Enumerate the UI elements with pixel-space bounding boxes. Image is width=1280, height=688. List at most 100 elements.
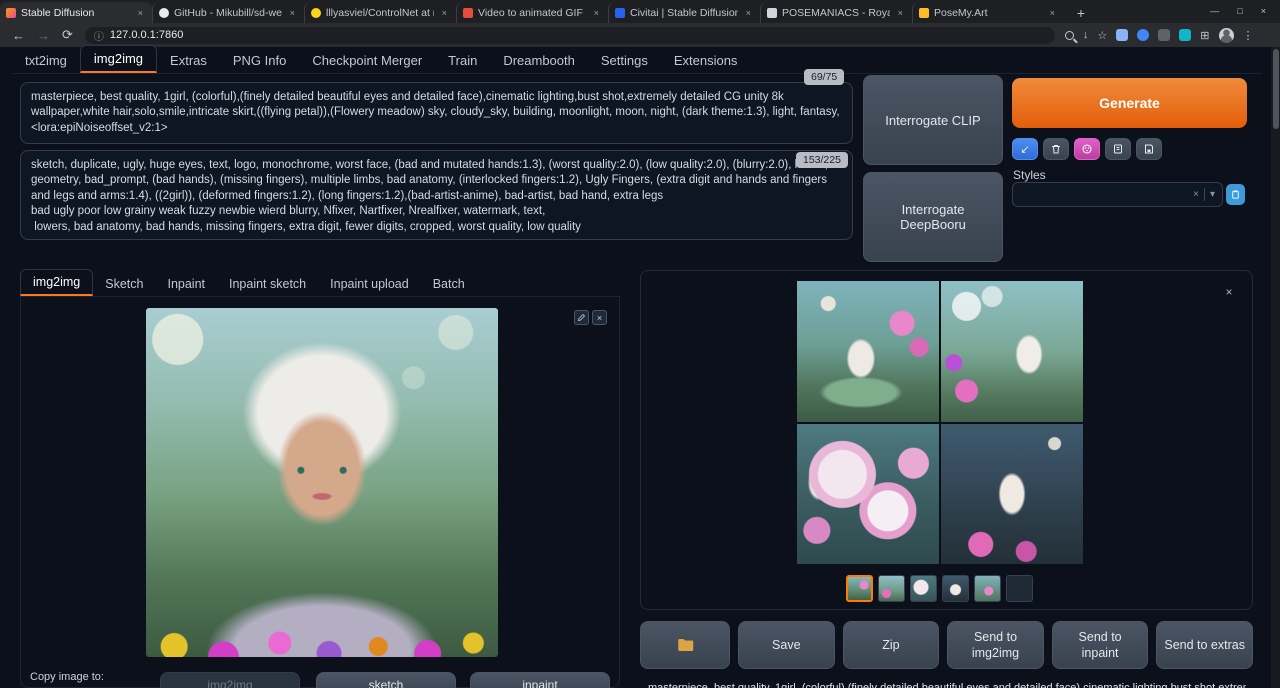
tab-txt2img[interactable]: txt2img bbox=[12, 48, 80, 73]
save-style-button[interactable] bbox=[1136, 138, 1162, 160]
new-tab-button[interactable]: + bbox=[1070, 3, 1092, 23]
chevron-down-icon[interactable]: ▾ bbox=[1210, 189, 1215, 200]
styles-dropdown[interactable]: × ▾ bbox=[1012, 182, 1223, 207]
subtab-inpaint[interactable]: Inpaint bbox=[155, 272, 217, 296]
close-tab-icon[interactable]: × bbox=[287, 7, 298, 19]
send-to-img2img-button[interactable]: Send to img2img bbox=[947, 621, 1044, 669]
tab-dreambooth[interactable]: Dreambooth bbox=[490, 48, 588, 73]
tab-checkpoint-merger[interactable]: Checkpoint Merger bbox=[299, 48, 435, 73]
style-palette-button[interactable] bbox=[1074, 138, 1100, 160]
browser-tab-gif-converter[interactable]: Video to animated GIF converter × bbox=[456, 2, 608, 23]
browser-tab-controlnet[interactable]: lllyasviel/ControlNet at main × bbox=[304, 2, 456, 23]
close-tab-icon[interactable]: × bbox=[135, 7, 146, 19]
tab-train[interactable]: Train bbox=[435, 48, 490, 73]
negative-prompt-input[interactable]: sketch, duplicate, ugly, huge eyes, text… bbox=[20, 150, 853, 240]
scrollbar-thumb[interactable] bbox=[1273, 49, 1279, 129]
extension-icon-1[interactable] bbox=[1116, 29, 1128, 41]
tab-title: POSEMANIACS - Royalty free 3... bbox=[782, 7, 890, 19]
window-close-icon[interactable]: × bbox=[1261, 6, 1266, 16]
back-icon[interactable]: ← bbox=[12, 28, 25, 43]
save-button[interactable]: Save bbox=[738, 621, 835, 669]
apply-styles-button[interactable] bbox=[1226, 184, 1245, 205]
subtab-batch[interactable]: Batch bbox=[421, 272, 477, 296]
tab-extensions[interactable]: Extensions bbox=[661, 48, 751, 73]
gallery-thumbnail-6[interactable] bbox=[1006, 575, 1033, 602]
edit-image-button[interactable] bbox=[574, 310, 589, 325]
download-icon[interactable]: ↓ bbox=[1083, 29, 1089, 41]
browser-menu-icon[interactable]: ⋮ bbox=[1243, 29, 1254, 42]
huggingface-favicon bbox=[311, 8, 321, 18]
toolbar-icons: ↓ ☆ ⊞ ⋮ bbox=[1065, 28, 1254, 43]
interrogate-clip-button[interactable]: Interrogate CLIP bbox=[863, 75, 1003, 165]
subtab-img2img[interactable]: img2img bbox=[20, 269, 93, 296]
extension-icon-2[interactable] bbox=[1137, 29, 1149, 41]
close-tab-icon[interactable]: × bbox=[743, 7, 754, 19]
close-tab-icon[interactable]: × bbox=[591, 7, 602, 19]
gallery-image-1[interactable] bbox=[797, 281, 939, 422]
subtab-inpaint-upload[interactable]: Inpaint upload bbox=[318, 272, 421, 296]
send-to-inpaint-button[interactable]: Send to inpaint bbox=[1052, 621, 1149, 669]
copy-to-img2img-label: img2img bbox=[207, 678, 252, 688]
side-panel-icon[interactable]: ⊞ bbox=[1200, 29, 1209, 42]
bookmark-star-icon[interactable]: ☆ bbox=[1097, 29, 1107, 42]
copy-to-inpaint-label: inpaint bbox=[522, 678, 557, 688]
gif-converter-favicon bbox=[463, 8, 473, 18]
close-tab-icon[interactable]: × bbox=[895, 7, 906, 19]
copy-image-to-label: Copy image to: bbox=[30, 671, 104, 683]
address-bar[interactable]: ⓘ 127.0.0.1:7860 bbox=[85, 27, 1055, 44]
profile-avatar[interactable] bbox=[1219, 28, 1234, 43]
copy-to-img2img-button[interactable]: img2img bbox=[160, 672, 300, 688]
generate-button[interactable]: Generate bbox=[1012, 78, 1247, 128]
posemaniacs-favicon bbox=[767, 8, 777, 18]
page-scrollbar[interactable] bbox=[1271, 47, 1280, 688]
generate-label: Generate bbox=[1099, 95, 1160, 111]
forward-icon[interactable]: → bbox=[37, 28, 50, 43]
open-folder-button[interactable] bbox=[640, 621, 730, 669]
close-tab-icon[interactable]: × bbox=[1047, 7, 1058, 19]
clear-styles-icon[interactable]: × bbox=[1193, 189, 1199, 200]
browser-toolbar: ← → ⟳ ⓘ 127.0.0.1:7860 ↓ ☆ ⊞ ⋮ bbox=[0, 23, 1280, 47]
extension-icon-4[interactable] bbox=[1179, 29, 1191, 41]
gallery-thumbnail-1[interactable] bbox=[846, 575, 873, 602]
zip-button[interactable]: Zip bbox=[843, 621, 940, 669]
subtab-sketch[interactable]: Sketch bbox=[93, 272, 155, 296]
browser-tab-posemaniacs[interactable]: POSEMANIACS - Royalty free 3... × bbox=[760, 2, 912, 23]
close-gallery-icon[interactable]: × bbox=[1221, 284, 1237, 300]
gallery-action-buttons: Save Zip Send to img2img Send to inpaint… bbox=[640, 621, 1253, 669]
gallery-image-2[interactable] bbox=[941, 281, 1083, 422]
gallery-image-4[interactable] bbox=[941, 424, 1083, 565]
gallery-image-3[interactable] bbox=[797, 424, 939, 565]
window-maximize-icon[interactable]: □ bbox=[1237, 6, 1242, 16]
apply-style-button[interactable] bbox=[1105, 138, 1131, 160]
tab-settings[interactable]: Settings bbox=[588, 48, 661, 73]
close-tab-icon[interactable]: × bbox=[439, 7, 450, 19]
subtab-inpaint-sketch[interactable]: Inpaint sketch bbox=[217, 272, 318, 296]
tab-extras[interactable]: Extras bbox=[157, 48, 220, 73]
clear-image-button[interactable]: × bbox=[592, 310, 607, 325]
source-image[interactable] bbox=[146, 308, 498, 657]
interrogate-deepbooru-button[interactable]: Interrogate DeepBooru bbox=[863, 172, 1003, 262]
window-minimize-icon[interactable]: — bbox=[1210, 6, 1219, 16]
browser-tab-github[interactable]: GitHub - Mikubill/sd-webui-con... × bbox=[152, 2, 304, 23]
clear-prompt-button[interactable] bbox=[1043, 138, 1069, 160]
tab-png-info[interactable]: PNG Info bbox=[220, 48, 299, 73]
browser-tab-civitai[interactable]: Civitai | Stable Diffusion model... × bbox=[608, 2, 760, 23]
paste-params-button[interactable]: ↙ bbox=[1012, 138, 1038, 160]
gallery-thumbnail-2[interactable] bbox=[878, 575, 905, 602]
copy-to-sketch-button[interactable]: sketch bbox=[316, 672, 456, 688]
zoom-icon[interactable] bbox=[1065, 31, 1074, 40]
gallery-thumbnail-3[interactable] bbox=[910, 575, 937, 602]
browser-tab-stable-diffusion[interactable]: Stable Diffusion × bbox=[0, 2, 152, 23]
gallery-thumbnail-5[interactable] bbox=[974, 575, 1001, 602]
prompt-input[interactable]: masterpiece, best quality, 1girl, (color… bbox=[20, 82, 853, 144]
copy-to-inpaint-button[interactable]: inpaint bbox=[470, 672, 610, 688]
send-to-extras-button[interactable]: Send to extras bbox=[1156, 621, 1253, 669]
reload-icon[interactable]: ⟳ bbox=[62, 27, 73, 43]
browser-tab-strip: Stable Diffusion × GitHub - Mikubill/sd-… bbox=[0, 0, 1280, 23]
tab-img2img[interactable]: img2img bbox=[80, 45, 157, 73]
gallery-thumbnail-4[interactable] bbox=[942, 575, 969, 602]
browser-tab-posemyart[interactable]: PoseMy.Art × bbox=[912, 2, 1064, 23]
extension-icon-3[interactable] bbox=[1158, 29, 1170, 41]
prompt-token-counter: 69/75 bbox=[804, 69, 844, 85]
site-info-icon[interactable]: ⓘ bbox=[94, 28, 104, 43]
